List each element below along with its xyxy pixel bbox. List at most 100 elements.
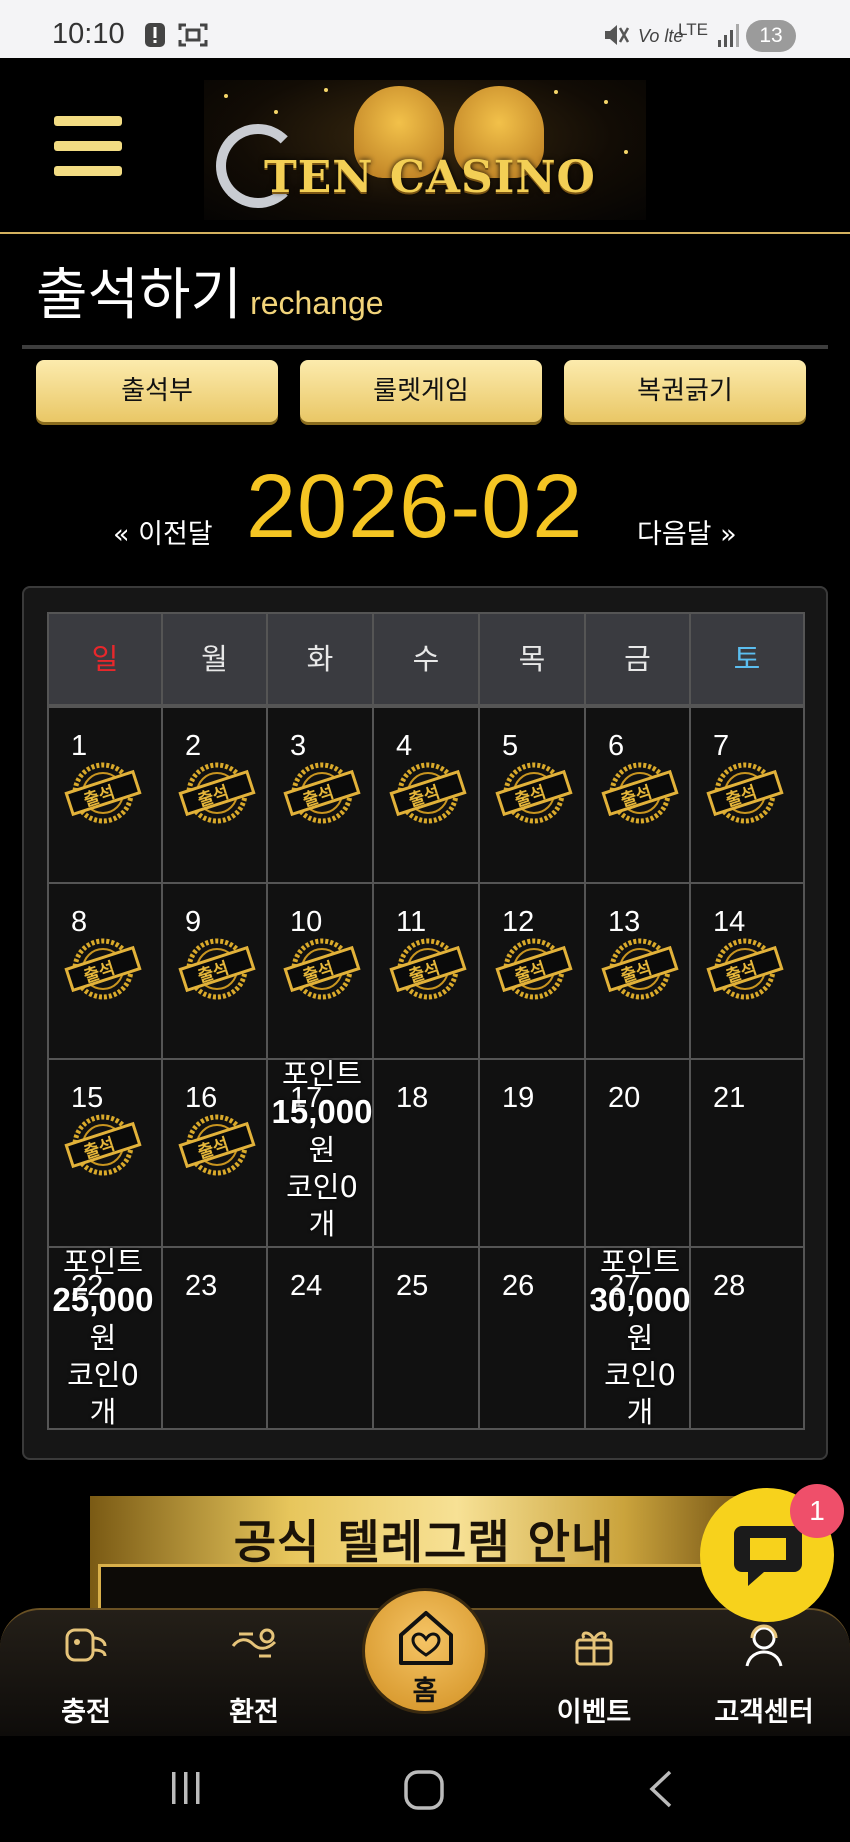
day-number: 28	[713, 1270, 746, 1302]
reward-info: 포인트 30,000 원 코인0 개	[580, 1244, 700, 1431]
next-month-link[interactable]: 다음달 »	[637, 512, 737, 551]
calendar-day-cell[interactable]: 17 포인트 15,000 원 코인0 개	[266, 1057, 374, 1248]
calendar-day-cell[interactable]: 7 출석	[689, 706, 805, 884]
calendar-day-cell[interactable]: 27 포인트 30,000 원 코인0 개	[584, 1245, 691, 1430]
day-number: 26	[502, 1270, 535, 1302]
attendance-calendar: 일 월 화 수 목 금 토 1 출석 2 출석 3 출석 4 출석 5 출석 6 출석 7 출석 8 출석 9 출석 10 출석 11…	[22, 586, 828, 1460]
reward-line: 개	[89, 1395, 117, 1429]
nav-withdraw-label: 환전	[229, 1697, 279, 1728]
reward-line: 원	[89, 1321, 117, 1355]
calendar-day-cell[interactable]: 24	[266, 1246, 374, 1430]
calendar-day-cell[interactable]: 16 출석	[161, 1058, 268, 1248]
reward-line: 25,000	[52, 1281, 154, 1318]
calendar-day-cell[interactable]: 22 포인트 25,000 원 코인0 개	[47, 1245, 163, 1430]
day-number: 15	[71, 1082, 104, 1114]
title-divider	[22, 345, 828, 349]
calendar-day-cell[interactable]: 19	[478, 1058, 586, 1248]
reward-line: 30,000	[589, 1281, 691, 1318]
reward-line: 개	[626, 1395, 654, 1429]
page-title-text: 출석하기	[36, 263, 243, 328]
current-month: 2026-02	[246, 457, 584, 557]
logo-text: TEN CASINO	[264, 152, 596, 203]
nav-withdraw[interactable]: 환전	[194, 1610, 314, 1738]
tab-lottery-button[interactable]: 복권긁기	[564, 360, 806, 422]
gift-icon	[575, 1631, 613, 1666]
deposit-icon	[65, 1628, 107, 1662]
reward-line: 15,000	[271, 1093, 373, 1130]
nav-event[interactable]: 이벤트	[534, 1610, 654, 1738]
day-number: 13	[608, 906, 641, 938]
nav-support[interactable]: 고객센터	[704, 1610, 824, 1738]
calendar-day-cell[interactable]: 18	[372, 1058, 480, 1248]
nav-home-label: 홈	[412, 1676, 438, 1707]
nav-deposit[interactable]: 충전	[26, 1610, 146, 1738]
site-header: TEN CASINO	[0, 58, 850, 234]
calendar-day-cell[interactable]: 1 출석	[47, 706, 163, 884]
reward-line: 개	[308, 1207, 336, 1241]
calendar-day-cell[interactable]: 8 출석	[47, 882, 163, 1060]
calendar-day-cell[interactable]: 4 출석	[372, 706, 480, 884]
tab-attendance-button[interactable]: 출석부	[36, 360, 278, 422]
home-system-icon[interactable]	[402, 1768, 446, 1812]
calendar-day-cell[interactable]: 11 출석	[372, 882, 480, 1060]
reward-line: 포인트	[281, 1057, 363, 1091]
calendar-day-cell[interactable]: 28	[689, 1246, 805, 1430]
weekday-header: 월	[161, 612, 268, 706]
prev-month-link[interactable]: « 이전달	[113, 512, 213, 551]
nav-event-label: 이벤트	[556, 1697, 632, 1728]
chat-bubble-icon	[734, 1526, 802, 1586]
weekday-header: 일	[47, 612, 163, 706]
home-heart-icon	[399, 1611, 453, 1665]
day-number: 8	[71, 906, 88, 938]
nav-home-button[interactable]: 홈	[362, 1588, 488, 1714]
withdraw-icon	[231, 1628, 277, 1658]
site-logo[interactable]: TEN CASINO	[204, 80, 646, 220]
day-number: 11	[396, 906, 427, 938]
screenshot-icon	[178, 23, 208, 47]
mute-icon	[605, 25, 630, 45]
calendar-day-cell[interactable]: 9 출석	[161, 882, 268, 1060]
calendar-day-cell[interactable]: 6 출석	[584, 706, 691, 884]
tab-roulette-button[interactable]: 룰렛게임	[300, 360, 542, 422]
reward-line: 원	[626, 1321, 654, 1355]
page-title: 출석하기 rechange	[36, 250, 384, 331]
calendar-day-cell[interactable]: 20	[584, 1058, 691, 1248]
nav-support-label: 고객센터	[714, 1697, 814, 1728]
chat-notification-badge: 1	[790, 1484, 844, 1538]
menu-hamburger-icon[interactable]	[54, 116, 122, 176]
calendar-day-cell[interactable]: 26	[478, 1246, 586, 1430]
calendar-day-cell[interactable]: 5 출석	[478, 706, 586, 884]
reward-line: 포인트	[599, 1245, 681, 1279]
day-number: 21	[713, 1082, 746, 1114]
volte-label: Vo lte	[638, 26, 684, 46]
calendar-day-cell[interactable]: 12 출석	[478, 882, 586, 1060]
day-number: 20	[608, 1082, 641, 1114]
day-number: 6	[608, 730, 625, 762]
calendar-day-cell[interactable]: 25	[372, 1246, 480, 1430]
nav-deposit-label: 충전	[61, 1697, 111, 1728]
day-number: 7	[713, 730, 730, 762]
day-number: 25	[396, 1270, 429, 1302]
status-bar: 10:10 Vo lte LTE 13	[0, 0, 850, 58]
support-icon	[745, 1624, 783, 1667]
recent-apps-icon[interactable]	[166, 1768, 206, 1808]
weekday-header: 금	[584, 612, 691, 706]
back-icon[interactable]	[646, 1768, 676, 1810]
calendar-day-cell[interactable]: 3 출석	[266, 706, 374, 884]
calendar-day-cell[interactable]: 23	[161, 1246, 268, 1430]
signal-icon	[718, 24, 739, 47]
calendar-day-cell[interactable]: 21	[689, 1058, 805, 1248]
battery-indicator: 13	[746, 20, 796, 52]
calendar-day-cell[interactable]: 13 출석	[584, 882, 691, 1060]
reward-info: 포인트 15,000 원 코인0 개	[262, 1056, 382, 1243]
calendar-day-cell[interactable]: 14 출석	[689, 882, 805, 1060]
day-number: 1	[71, 730, 88, 762]
calendar-day-cell[interactable]: 15 출석	[47, 1058, 163, 1248]
weekday-header: 목	[478, 612, 586, 706]
calendar-day-cell[interactable]: 2 출석	[161, 706, 268, 884]
day-number: 16	[185, 1082, 218, 1114]
reward-line: 코인0	[604, 1358, 676, 1392]
day-number: 14	[713, 906, 746, 938]
reward-info: 포인트 25,000 원 코인0 개	[43, 1244, 163, 1431]
calendar-day-cell[interactable]: 10 출석	[266, 882, 374, 1060]
